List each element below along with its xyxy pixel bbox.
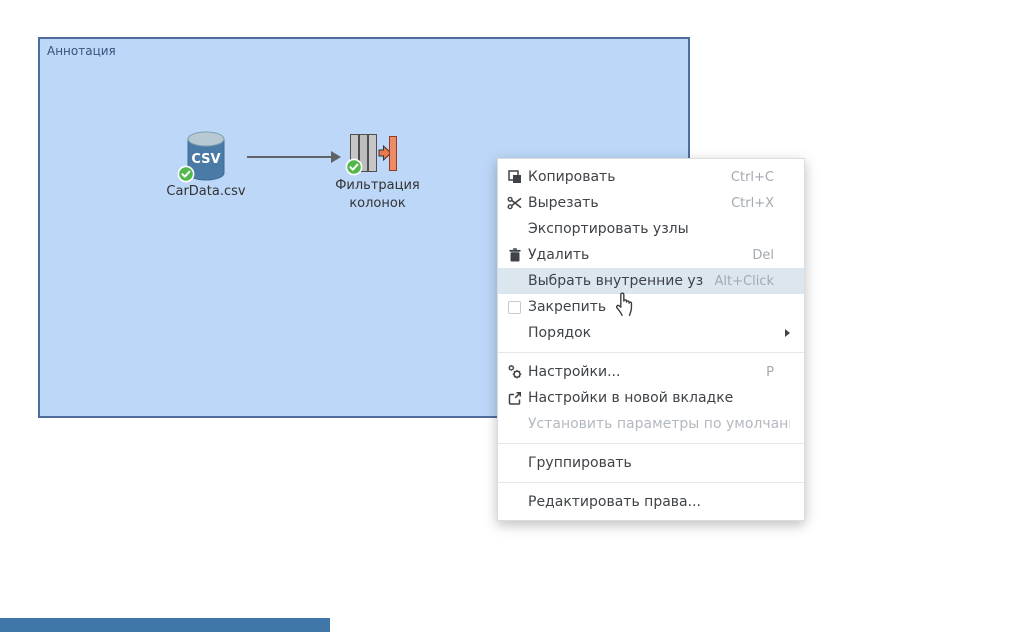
- menu-item-label: Вырезать: [528, 195, 719, 211]
- menu-icon-spacer: [506, 273, 523, 289]
- menu-icon-spacer: [506, 325, 523, 341]
- menu-item-label: Удалить: [528, 247, 740, 263]
- menu-item-cut[interactable]: Вырезать Ctrl+X: [498, 190, 804, 216]
- context-menu: Копировать Ctrl+C Вырезать Ctrl+X Экспортиро…: [497, 158, 805, 521]
- status-success-icon: [177, 165, 195, 183]
- menu-item-select-inner-nodes[interactable]: Выбрать внутренние узлыAlt+Click: [498, 268, 804, 294]
- status-success-icon: [345, 158, 363, 176]
- menu-item-label: Копировать: [528, 169, 719, 185]
- menu-item-label: Настройки...: [528, 364, 754, 380]
- menu-item-label: Установить параметры по умолчанию...: [528, 416, 790, 432]
- menu-item-settings-new-tab[interactable]: Настройки в новой вкладке: [498, 385, 804, 411]
- menu-item-set-default-params: Установить параметры по умолчанию...: [498, 411, 804, 437]
- menu-icon-spacer: [506, 455, 523, 471]
- menu-shortcut: Ctrl+X: [731, 196, 790, 211]
- menu-item-label: Группировать: [528, 455, 790, 471]
- pin-checkbox[interactable]: [508, 301, 521, 314]
- menu-icon-spacer: [506, 494, 523, 510]
- menu-item-delete[interactable]: Удалить Del: [498, 242, 804, 268]
- menu-item-order[interactable]: Порядок: [498, 320, 804, 346]
- hand-cursor-icon: [612, 287, 638, 317]
- menu-item-label: Закрепить: [528, 299, 790, 315]
- menu-separator: [498, 352, 804, 353]
- menu-item-export-nodes[interactable]: Экспортировать узлы: [498, 216, 804, 242]
- edge-line: [247, 156, 332, 158]
- menu-item-label: Экспортировать узлы: [528, 221, 790, 237]
- menu-item-edit-rights[interactable]: Редактировать права...: [498, 489, 804, 515]
- menu-item-group[interactable]: Группировать: [498, 450, 804, 476]
- menu-item-settings[interactable]: Настройки... P: [498, 359, 804, 385]
- menu-item-label: Редактировать права...: [528, 494, 790, 510]
- node-csv-source[interactable]: CSV: [186, 130, 226, 182]
- menu-shortcut: Ctrl+C: [731, 170, 790, 185]
- annotation-label: Аннотация: [47, 44, 116, 58]
- edge-arrowhead-icon: [331, 151, 341, 163]
- external-link-icon: [506, 390, 523, 406]
- node-label-column-filter: Фильтрация колонок: [329, 177, 426, 213]
- menu-icon-spacer: [506, 221, 523, 237]
- pin-checkbox-slot: [506, 299, 523, 315]
- menu-separator: [498, 482, 804, 483]
- menu-item-copy[interactable]: Копировать Ctrl+C: [498, 164, 804, 190]
- menu-shortcut: P: [766, 365, 790, 380]
- copy-icon: [506, 169, 523, 185]
- menu-shortcut: Del: [752, 248, 790, 263]
- menu-item-label: Настройки в новой вкладке: [528, 390, 790, 406]
- menu-item-pin[interactable]: Закрепить: [498, 294, 804, 320]
- submenu-arrow-icon: [785, 329, 790, 337]
- menu-separator: [498, 443, 804, 444]
- node-label-csv: CarData.csv: [146, 184, 266, 199]
- menu-shortcut: Alt+Click: [715, 274, 790, 289]
- menu-icon-spacer: [506, 416, 523, 432]
- gears-icon: [506, 364, 523, 380]
- menu-item-label: Порядок: [528, 325, 773, 341]
- trash-icon: [506, 247, 523, 263]
- bottom-bar: [0, 618, 330, 632]
- scissors-icon: [506, 195, 523, 211]
- svg-text:CSV: CSV: [191, 152, 220, 167]
- node-column-filter[interactable]: [350, 133, 398, 175]
